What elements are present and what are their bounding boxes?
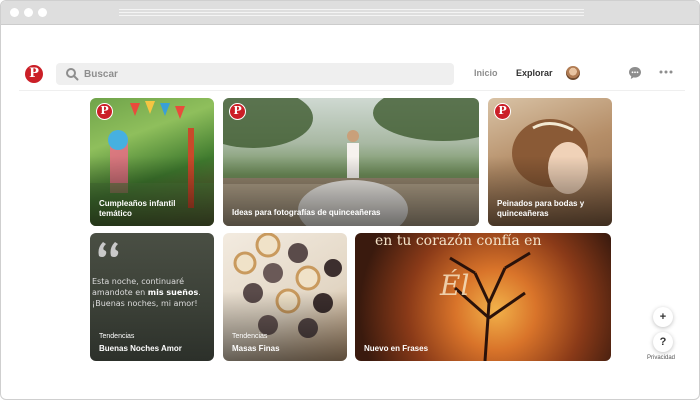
search-input[interactable] [84,63,444,85]
board-tile-masas-finas[interactable]: Tendencias Masas Finas [223,233,347,361]
chat-bubble-icon[interactable] [628,66,642,80]
browser-window: P Inicio Explorar [0,0,700,400]
tile-caption: Masas Finas [232,344,280,353]
tile-caption: Cumpleaños infantil temático [99,199,176,218]
pinterest-logo-icon[interactable]: P [25,65,43,83]
board-tile-buenas-noches[interactable]: Esta noche, continuaré amandote en mis s… [90,233,214,361]
board-tile-nuevo-frases[interactable]: Él en tu corazón confía en Nuevo en Fras… [355,233,611,361]
tile-caption: Ideas para fotografías de quinceañeras [232,208,381,217]
privacy-link[interactable]: Privacidad [647,355,675,361]
board-tile-peinados[interactable]: P Peinados para bodas y quinceañeras [488,98,612,226]
pinterest-badge-icon: P [96,103,113,120]
tile-kicker: Tendencias [99,333,135,340]
tile-caption: Buenas Noches Amor [99,344,182,353]
pinterest-badge-icon: P [229,103,246,120]
header-divider [19,90,685,91]
window-control-dot[interactable] [38,8,47,17]
add-button[interactable]: + [653,307,673,327]
svg-text:Él: Él [439,269,469,302]
profile-avatar[interactable] [566,66,580,80]
more-options-icon[interactable] [659,69,673,75]
search-icon [66,68,79,81]
help-button[interactable]: ? [653,332,673,352]
board-tile-quinceaneras[interactable]: P Ideas para fotografías de quinceañeras [223,98,479,226]
address-bar-placeholder [119,9,584,17]
search-bar[interactable] [56,63,454,85]
board-tile-cumpleanos[interactable]: P Cumpleaños infantil temático [90,98,214,226]
quote-overlay-text: en tu corazón confía en [375,233,542,249]
nav-inicio-link[interactable]: Inicio [474,68,498,78]
tile-caption: Peinados para bodas y quinceañeras [497,199,585,218]
quote-mark-icon [98,242,119,257]
window-control-dot[interactable] [10,8,19,17]
pinterest-badge-icon: P [494,103,511,120]
tile-kicker: Tendencias [232,333,268,340]
top-nav: P Inicio Explorar [1,57,699,93]
quote-text: Esta noche, continuaré amandote en mis s… [92,277,201,308]
tree-sunset-photo: Él [439,251,531,361]
nav-explorar-link[interactable]: Explorar [516,68,553,78]
tile-caption: Nuevo en Frases [364,344,429,353]
browser-chrome [1,1,699,25]
window-control-dot[interactable] [24,8,33,17]
